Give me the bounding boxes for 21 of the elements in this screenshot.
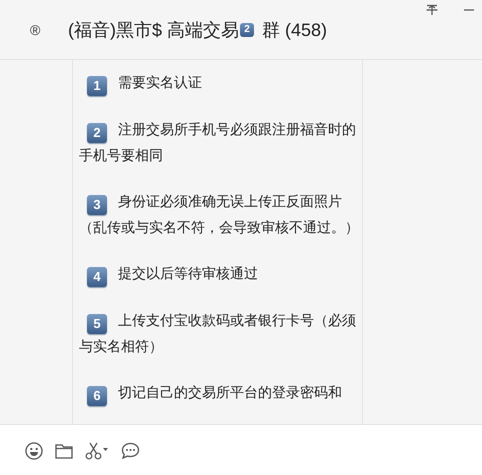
step-text: 2 注册交易所手机号必须跟注册福音时的手机号要相同 <box>79 120 357 165</box>
group-title: (福音)黑市$ 高端交易 <box>68 18 239 42</box>
number-badge: 2 <box>240 22 254 36</box>
number-badge: 2 <box>87 123 107 143</box>
number-badge: 5 <box>87 314 107 334</box>
step-text: 3 身份证必须准确无误上传正反面照片（乱传或与实名不符，会导致审核不通过。） <box>79 192 360 237</box>
number-badge: 4 <box>87 267 107 287</box>
chat-icon[interactable] <box>121 442 140 460</box>
pin-icon[interactable] <box>426 4 438 16</box>
number-badge: 3 <box>87 195 107 215</box>
scissors-icon[interactable] <box>85 442 109 460</box>
registered-mark: ® <box>30 22 42 38</box>
folder-icon[interactable] <box>55 442 73 458</box>
number-badge: 6 <box>87 386 107 406</box>
step-text: 6 切记自己的交易所平台的登录密码和 <box>79 380 361 406</box>
group-title-suffix: 群 (458) <box>262 18 328 42</box>
number-badge: 1 <box>87 76 107 96</box>
emoji-icon[interactable] <box>25 442 43 460</box>
step-text: 4 提交以后等待审核通过 <box>79 261 361 287</box>
step-text: 5 上传支付宝收款码或者银行卡号（必须与实名相符） <box>79 311 357 356</box>
step-text: 1 需要实名认证 <box>79 70 361 96</box>
